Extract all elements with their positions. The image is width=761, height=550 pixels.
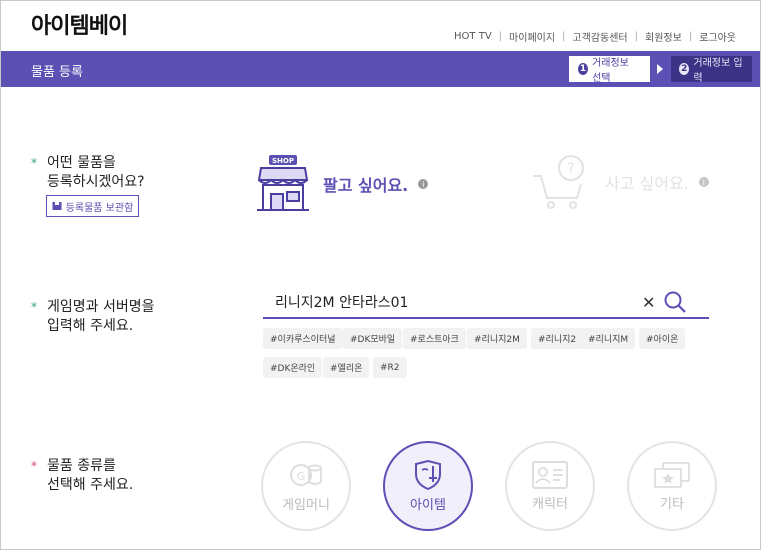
sell-option[interactable]: SHOP 팔고 싶어요. i bbox=[257, 154, 429, 214]
game-tag[interactable]: #로스트아크 bbox=[403, 328, 466, 349]
search-icon[interactable] bbox=[663, 290, 687, 314]
step-2-input: 2 거래정보 입력 bbox=[671, 56, 752, 84]
question-line-2: 선택해 주세요. bbox=[47, 477, 134, 493]
svg-text:?: ? bbox=[567, 161, 574, 177]
nav-hot-tv[interactable]: HOT TV bbox=[454, 31, 492, 42]
shop-sign-text: SHOP bbox=[272, 157, 294, 165]
buy-info-icon[interactable]: i bbox=[698, 177, 709, 187]
step-2-number: 2 bbox=[679, 63, 690, 75]
itembay-logo[interactable]: 아이템베이 bbox=[31, 9, 128, 39]
category-label: 기타 bbox=[660, 496, 684, 512]
shield-sword-icon bbox=[415, 459, 441, 490]
category-item[interactable]: 아이템 bbox=[383, 441, 473, 531]
page-frame: 아이템베이 HOT TV | 마이페이지 | 고객감동센터 | 회원정보 | 로… bbox=[0, 0, 761, 550]
question-line-2: 입력해 주세요. bbox=[47, 318, 134, 334]
category-label: 캐릭터 bbox=[532, 496, 568, 512]
step-1-select: 1 거래정보 선택 bbox=[569, 56, 650, 84]
game-tag[interactable]: #이카루스이터널 bbox=[263, 328, 343, 349]
category-label: 게임머니 bbox=[282, 497, 330, 513]
nav-divider: | bbox=[498, 31, 503, 42]
game-tag[interactable]: #R2 bbox=[373, 357, 407, 378]
nav-customer-center[interactable]: 고객감동센터 bbox=[572, 29, 627, 44]
cart-question-icon: ? bbox=[533, 155, 584, 209]
game-tag[interactable]: #DK온라인 bbox=[263, 357, 323, 378]
question-item-category: * 물품 종류를 선택해 주세요. bbox=[31, 457, 133, 495]
question-line-1: 게임명과 서버명을 bbox=[47, 299, 155, 315]
game-tag[interactable]: #리니지2 bbox=[531, 328, 584, 349]
sell-info-icon[interactable]: i bbox=[418, 179, 429, 189]
logo-text: 아이템베이 bbox=[31, 14, 128, 39]
nav-divider: | bbox=[634, 31, 638, 42]
svg-text:G: G bbox=[297, 470, 306, 483]
storage-box-label: 등록물품 보관함 bbox=[65, 202, 134, 214]
buy-option[interactable]: ? 사고 싶어요. i bbox=[531, 154, 709, 210]
required-star-icon: * bbox=[31, 300, 37, 314]
top-nav: HOT TV | 마이페이지 | 고객감동센터 | 회원정보 | 로그아웃 bbox=[454, 29, 736, 44]
nav-divider: | bbox=[562, 31, 566, 42]
step-2-label: 거래정보 입력 bbox=[693, 58, 743, 84]
page-title: 물품 등록 bbox=[31, 65, 83, 80]
id-card-icon bbox=[532, 460, 568, 489]
required-star-icon: * bbox=[31, 459, 37, 473]
category-character[interactable]: 캐릭터 bbox=[505, 441, 595, 531]
nav-mypage[interactable]: 마이페이지 bbox=[509, 29, 555, 44]
shop-icon: SHOP bbox=[257, 155, 309, 211]
storage-box-icon bbox=[52, 202, 62, 210]
required-star-icon: * bbox=[31, 156, 37, 170]
game-search-input[interactable] bbox=[275, 292, 635, 312]
step-1-label: 거래정보 선택 bbox=[592, 58, 629, 84]
category-etc[interactable]: 기타 bbox=[627, 441, 717, 531]
tickets-icon bbox=[654, 461, 690, 488]
clear-icon[interactable]: ✕ bbox=[642, 293, 655, 312]
sell-label: 팔고 싶어요. bbox=[323, 176, 409, 195]
game-tag[interactable]: #DK모바일 bbox=[343, 328, 403, 349]
question-game-server: * 게임명과 서버명을 입력해 주세요. bbox=[31, 298, 155, 336]
nav-logout[interactable]: 로그아웃 bbox=[699, 29, 736, 44]
game-tag[interactable]: #엘리온 bbox=[323, 357, 370, 378]
buy-label: 사고 싶어요. bbox=[605, 174, 689, 193]
step-1-number: 1 bbox=[578, 63, 589, 75]
nav-divider: | bbox=[688, 31, 693, 42]
category-label: 아이템 bbox=[410, 497, 446, 513]
category-game-money[interactable]: G 게임머니 bbox=[261, 441, 351, 531]
question-trade-type: * 어떤 물품을 등록하시겠어요? bbox=[31, 154, 145, 192]
game-tag[interactable]: #리니지2M bbox=[467, 328, 527, 349]
game-search-box: ✕ bbox=[263, 286, 709, 319]
question-line-1: 물품 종류를 bbox=[47, 458, 116, 474]
title-bar: 물품 등록 1 거래정보 선택 2 거래정보 입력 bbox=[1, 51, 760, 87]
nav-member-info[interactable]: 회원정보 bbox=[645, 29, 682, 44]
game-tag[interactable]: #리니지M bbox=[581, 328, 636, 349]
question-line-2: 등록하시겠어요? bbox=[47, 174, 145, 190]
step-arrow-icon bbox=[657, 64, 663, 74]
coins-icon: G bbox=[290, 463, 322, 486]
storage-box-button[interactable]: 등록물품 보관함 bbox=[46, 195, 139, 217]
game-tag[interactable]: #아이온 bbox=[639, 328, 686, 349]
question-line-1: 어떤 물품을 bbox=[47, 155, 116, 171]
